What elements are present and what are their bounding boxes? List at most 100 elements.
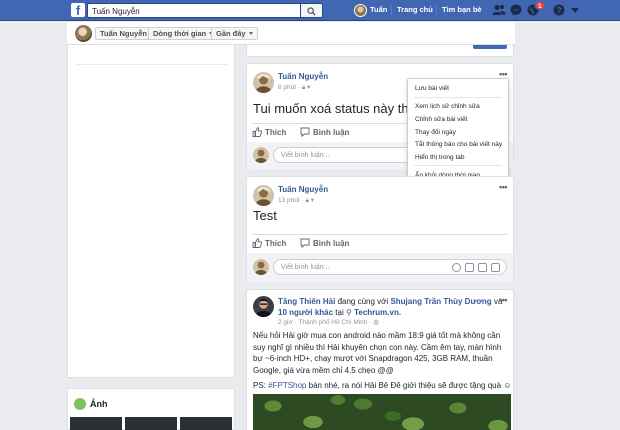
post-author-name[interactable]: Tuấn Nguyễn	[278, 185, 328, 194]
chevron-down-icon	[248, 32, 253, 35]
post-card: Tuấn Nguyễn 13 phút · 🔒︎ ▾ ••• Test Thíc…	[246, 176, 514, 282]
nav-home-link[interactable]: Trang chủ	[397, 5, 433, 15]
comment-button[interactable]: Bình luận	[300, 127, 350, 138]
menu-item-change-date[interactable]: Thay đổi ngày	[415, 129, 456, 136]
like-button[interactable]: Thích	[252, 238, 286, 248]
others-link[interactable]: 10 người khác	[278, 308, 333, 317]
post-divider	[253, 234, 507, 235]
timeline-name-button[interactable]: Tuấn Nguyễn	[95, 27, 152, 40]
search-input[interactable]: Tuấn Nguyễn	[87, 3, 301, 18]
ps-prefix: PS:	[253, 381, 266, 390]
photo-thumbnail[interactable]	[70, 417, 122, 430]
account-menu-caret-icon[interactable]	[571, 8, 579, 13]
post-timestamp[interactable]: 2 giờ · Thành phố Hồ Chí Minh · ◍	[278, 318, 379, 326]
comment-icon	[300, 238, 310, 249]
photos-icon	[74, 398, 86, 410]
post-author-avatar[interactable]	[253, 72, 274, 93]
intro-divider	[76, 64, 228, 65]
menu-item-turn-off-notifications[interactable]: Tắt thông báo cho bài viết này	[415, 141, 502, 148]
help-icon[interactable]: ?	[553, 4, 565, 16]
post-author-name[interactable]: Tuấn Nguyễn	[278, 72, 328, 81]
menu-divider	[414, 165, 502, 166]
post-meta-text: 2 giờ · Thành phố Hồ Chí Minh ·	[278, 319, 372, 326]
tagged-person-link[interactable]: Shujang Trần Thùy Dương	[390, 297, 491, 306]
comment-label: Bình luận	[313, 239, 350, 248]
menu-item-save-post[interactable]: Lưu bài viết	[415, 85, 449, 92]
facebook-logo-icon[interactable]: f	[71, 3, 85, 17]
post-header: Tăng Thiên Hải đang cùng với Shujang Trầ…	[278, 296, 503, 318]
timeline-avatar[interactable]	[75, 25, 92, 42]
recent-dropdown-label: Gần đây	[216, 29, 246, 38]
like-label: Thích	[265, 128, 287, 137]
top-navigation-bar: f Tuấn Nguyễn Tuấn Trang chủ Tìm bạn bè …	[0, 0, 620, 21]
privacy-lock-icon[interactable]: 🔒︎	[305, 197, 308, 204]
post-timestamp[interactable]: 8 phút · 🔒︎ ▾	[278, 83, 310, 92]
post-button[interactable]	[473, 45, 507, 49]
location-name: Techrum.vn.	[354, 308, 402, 317]
post-author-avatar[interactable]	[253, 185, 274, 206]
menu-divider	[414, 97, 502, 98]
thumbs-up-icon	[252, 238, 263, 248]
photos-title[interactable]: Ảnh	[90, 399, 108, 409]
hashtag-link[interactable]: #FPTShop	[268, 381, 306, 390]
search-button[interactable]	[301, 3, 323, 18]
intro-card	[67, 45, 235, 378]
commenter-avatar	[253, 147, 269, 163]
nav-divider	[436, 5, 437, 16]
post-options-menu: Lưu bài viết Xem lịch sử chỉnh sửa Chỉnh…	[407, 78, 509, 184]
nav-find-friends-link[interactable]: Tìm bạn bè	[442, 5, 482, 15]
camera-icon[interactable]	[465, 263, 474, 272]
comment-button[interactable]: Bình luận	[300, 238, 350, 249]
post-photo[interactable]	[253, 394, 511, 430]
search-icon	[307, 7, 316, 16]
timeline-dropdown-label: Dòng thời gian	[153, 29, 207, 38]
recent-dropdown-button[interactable]: Gần đây	[211, 27, 258, 40]
post-text: Test	[253, 208, 277, 223]
public-globe-icon[interactable]: ◍	[373, 319, 379, 326]
post-ps-line: PS: #FPTShop bán nhé, ra nói Hải Bê Đê g…	[253, 380, 511, 391]
composer-card-bottom	[246, 45, 514, 57]
smile-emoji-icon: ☺	[503, 381, 512, 390]
profile-avatar[interactable]	[354, 4, 367, 17]
ps-text: bán nhé, ra nói Hải Bê Đê giới thiệu sẽ …	[308, 381, 502, 390]
photo-thumbnail[interactable]	[125, 417, 177, 430]
timeline-dropdown-button[interactable]: Dòng thời gian	[148, 27, 219, 40]
comment-input[interactable]: Viết bình luận...	[273, 259, 507, 275]
comment-label: Bình luận	[313, 128, 350, 137]
privacy-lock-icon[interactable]: 🔒︎	[302, 84, 305, 91]
friend-requests-icon[interactable]	[492, 4, 506, 16]
timeline-subheader: Tuấn Nguyễn Dòng thời gian Gần đây	[67, 22, 515, 45]
location-link[interactable]: ⚲ Techrum.vn.	[346, 308, 401, 317]
like-label: Thích	[265, 239, 287, 248]
comment-attachment-icons	[448, 263, 500, 275]
menu-item-edit-post[interactable]: Chỉnh sửa bài viết	[415, 116, 467, 123]
post-author-avatar[interactable]	[253, 296, 274, 317]
at-text: tại	[335, 308, 344, 317]
gif-icon[interactable]	[478, 263, 487, 272]
post-time: 8 phút	[278, 84, 297, 91]
messenger-icon[interactable]	[510, 4, 522, 16]
photo-thumbnail[interactable]	[180, 417, 232, 430]
menu-item-view-edit-history[interactable]: Xem lịch sử chỉnh sửa	[415, 103, 480, 110]
sticker-icon[interactable]	[491, 263, 500, 272]
with-text: đang cùng với	[337, 297, 389, 306]
comment-placeholder: Viết bình luận...	[281, 264, 330, 271]
notification-count-badge: 1	[535, 1, 545, 10]
post-author-name[interactable]: Tăng Thiên Hải	[278, 297, 335, 306]
comment-icon	[300, 127, 310, 138]
like-button[interactable]: Thích	[252, 127, 286, 137]
post-text: Nếu hỏi Hải giờ mua con android nào mầm …	[253, 331, 502, 375]
location-pin-icon: ⚲	[345, 308, 352, 317]
post-options-icon[interactable]: •••	[499, 182, 507, 192]
thumbs-up-icon	[252, 127, 263, 137]
photos-card: Ảnh	[67, 388, 235, 430]
svg-text:?: ?	[556, 5, 561, 15]
menu-item-show-in-tab[interactable]: Hiển thị trong tab	[415, 154, 465, 161]
nav-profile-link[interactable]: Tuấn	[370, 5, 387, 15]
commenter-avatar	[253, 259, 269, 275]
comment-area: Viết bình luận...	[247, 253, 513, 282]
post-text: Tui muốn xoá status này thôi n	[253, 101, 430, 116]
emoji-icon[interactable]	[452, 263, 461, 272]
post-timestamp[interactable]: 13 phút · 🔒︎ ▾	[278, 196, 314, 205]
post-options-icon[interactable]: •••	[499, 295, 507, 305]
